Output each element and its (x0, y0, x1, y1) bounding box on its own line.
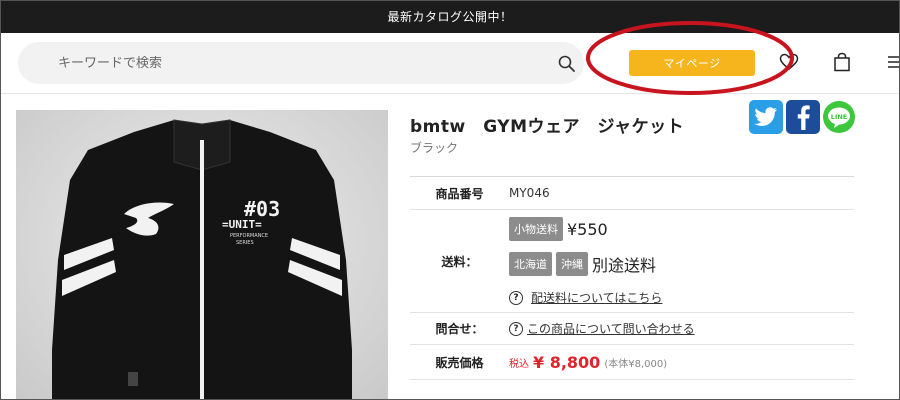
inquiry-cell: ? この商品について問い合わせる (509, 313, 854, 344)
region-badge-okinawa: 沖縄 (556, 252, 588, 276)
shipping-small-line: 小物送料 ¥550 (509, 217, 608, 241)
search-input[interactable] (58, 55, 538, 71)
facebook-share-button[interactable] (786, 100, 820, 134)
twitter-share-button[interactable] (749, 100, 783, 134)
hamburger-menu-icon (888, 56, 900, 68)
tax-included-label: 税込 (509, 358, 529, 370)
mypage-button[interactable]: マイページ (629, 50, 755, 76)
search-bar (18, 42, 584, 84)
price-label: 販売価格 (435, 355, 484, 370)
spec-row-shipping: 送料： 小物送料 ¥550 北海道 沖縄 別途送料 ? 配送料についてはこちら (410, 209, 854, 312)
shipping-info-line: ? 配送料についてはこちら (509, 289, 662, 306)
announcement-bar: 最新カタログ公開中！ (0, 0, 900, 33)
product-spec-table: 商品番号 MY046 送料： 小物送料 ¥550 北海道 沖縄 別途送料 ? 配… (410, 176, 854, 380)
region-note: 別途送料 (592, 256, 657, 275)
shipping-small-badge: 小物送料 (509, 217, 563, 241)
jacket-illustration: #03 =UNIT= PERFORMANCE SERIES (52, 119, 352, 400)
mypage-label: マイページ (663, 57, 721, 70)
inquiry-link[interactable]: この商品について問い合わせる (527, 320, 695, 337)
region-badge-hokkaido: 北海道 (509, 252, 552, 276)
item-number-label: 商品番号 (435, 186, 484, 201)
inquiry-label: 問合せ： (435, 322, 484, 336)
sale-price: ¥ 8,800 (533, 352, 601, 372)
header-divider (0, 93, 900, 94)
twitter-bird-icon (754, 107, 777, 126)
item-number-value: MY046 (509, 186, 550, 200)
announcement-text: 最新カタログ公開中！ (387, 10, 513, 24)
menu-button[interactable] (884, 51, 900, 73)
spec-row-price: 販売価格 税込 ¥ 8,800 (本体¥8,000) (410, 344, 854, 380)
product-title: bmtw GYMウェア ジャケット (410, 117, 685, 137)
search-icon (558, 55, 575, 72)
price-before-tax: (本体¥8,000) (604, 358, 668, 370)
shipping-info-link[interactable]: 配送料についてはこちら (531, 289, 662, 306)
line-label: LINE (831, 113, 847, 121)
search-button[interactable] (556, 53, 576, 73)
shipping-small-price: ¥550 (567, 219, 608, 239)
product-color: ブラック (410, 141, 459, 155)
product-image[interactable]: #03 =UNIT= PERFORMANCE SERIES (16, 110, 388, 400)
spec-row-inquiry: 問合せ： ? この商品について問い合わせる (410, 312, 854, 344)
line-share-button[interactable]: LINE (822, 100, 856, 134)
heart-icon (779, 53, 799, 70)
facebook-icon (797, 105, 810, 130)
print-unit: =UNIT= (222, 218, 262, 231)
shipping-label: 送料： (441, 254, 478, 269)
site-header: マイページ (0, 33, 900, 93)
shopping-bag-icon (834, 52, 850, 72)
favorite-button[interactable] (778, 51, 800, 73)
question-icon: ? (509, 290, 523, 305)
print-sub1: PERFORMANCE (230, 233, 268, 239)
spec-row-item-number: 商品番号 MY046 (410, 176, 854, 209)
cart-button[interactable] (831, 51, 853, 73)
line-icon: LINE (823, 101, 855, 133)
question-icon: ? (509, 321, 523, 336)
print-sub2: SERIES (236, 240, 254, 246)
shipping-region-line: 北海道 沖縄 別途送料 (509, 252, 656, 276)
price-cell: 税込 ¥ 8,800 (本体¥8,000) (509, 345, 854, 379)
